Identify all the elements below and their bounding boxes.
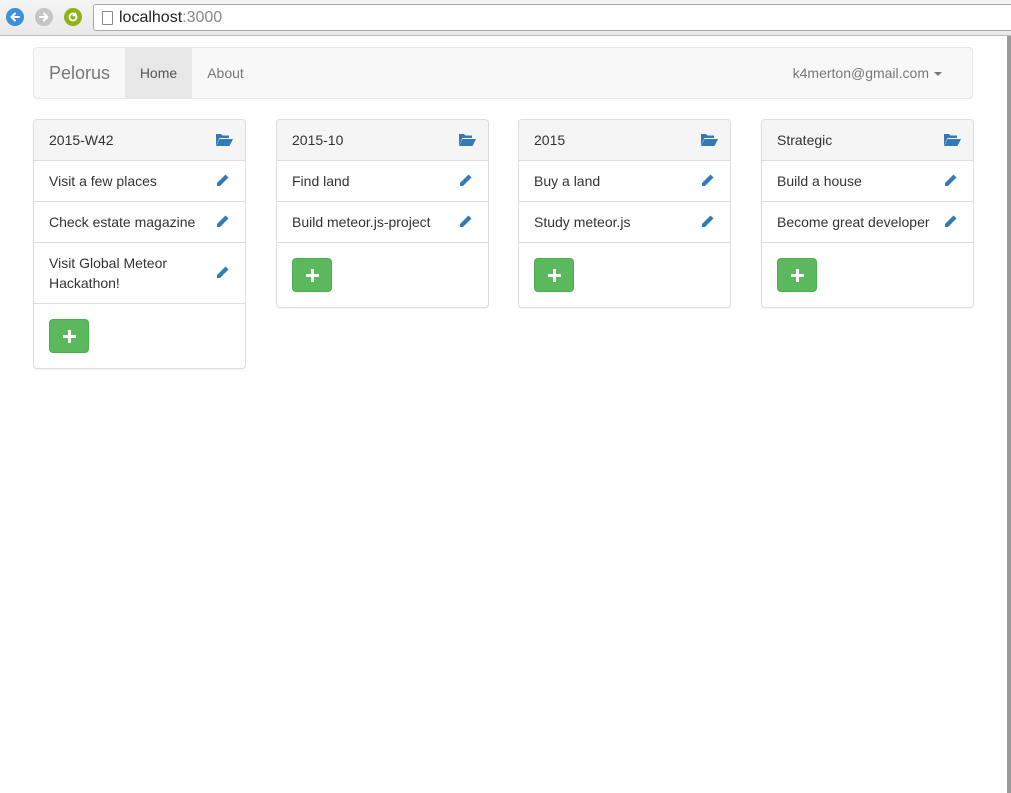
pencil-icon[interactable] [458,173,473,188]
caret-down-icon [934,72,942,77]
user-dropdown[interactable]: k4merton@gmail.com [793,48,942,98]
browser-toolbar: localhost:3000 [0,0,1011,36]
brand-link[interactable]: Pelorus [49,48,110,98]
goal-item-label: Become great developer [777,214,930,230]
goal-item-label: Find land [292,173,350,189]
pencil-icon[interactable] [458,214,473,229]
nav-item-home[interactable]: Home [125,48,192,98]
goal-item-label: Visit Global Meteor Hackathon! [49,255,168,291]
pencil-icon[interactable] [943,214,958,229]
plus-icon [62,329,76,343]
address-bar[interactable]: localhost:3000 [93,4,1011,31]
pencil-icon[interactable] [700,214,715,229]
add-goal-button[interactable] [534,258,574,292]
plus-icon [790,268,804,282]
goal-item-label: Study meteor.js [534,214,631,230]
goal-item: Buy a land [519,161,730,202]
panel-footer [519,243,730,307]
folder-open-icon[interactable] [215,132,233,147]
panel-title: 2015 [534,132,566,148]
pencil-icon[interactable] [943,173,958,188]
goal-item-label: Check estate magazine [49,214,196,230]
page-icon [102,11,113,25]
goal-item: Visit a few places [34,161,245,202]
goal-panel: 2015-10 Find land Build meteor.js-projec… [276,119,489,308]
panel-heading: 2015 [519,120,730,161]
plus-icon [547,268,561,282]
goal-item: Build a house [762,161,973,202]
goal-item: Check estate magazine [34,202,245,243]
goal-panel: Strategic Build a house Become great dev… [761,119,974,308]
user-email: k4merton@gmail.com [792,65,929,81]
reload-icon[interactable] [64,8,82,26]
folder-open-icon[interactable] [458,132,476,147]
window-edge [1007,36,1011,793]
goal-item-label: Buy a land [534,173,601,189]
url-host: localhost [119,9,183,26]
add-goal-button[interactable] [292,258,332,292]
add-goal-button[interactable] [49,319,89,353]
goal-item: Study meteor.js [519,202,730,243]
panel-title: Strategic [777,132,833,148]
goal-item-label: Build a house [777,173,862,189]
goal-item: Find land [277,161,488,202]
goal-item: Build meteor.js-project [277,202,488,243]
add-goal-button[interactable] [777,258,817,292]
url-port: :3000 [182,9,223,26]
panel-title: 2015-W42 [49,132,114,148]
url-text: localhost:3000 [119,5,222,30]
nav-item-about[interactable]: About [192,48,259,98]
pencil-icon[interactable] [700,173,715,188]
folder-open-icon[interactable] [700,132,718,147]
panel-footer [277,243,488,307]
panel-footer [762,243,973,307]
back-arrow-icon[interactable] [6,8,24,26]
panel-heading: 2015-W42 [34,120,245,161]
goal-panel: 2015 Buy a land Study meteor.js [518,119,731,308]
folder-open-icon[interactable] [943,132,961,147]
pencil-icon[interactable] [215,214,230,229]
goal-item: Become great developer [762,202,973,243]
panel-title: 2015-10 [292,132,344,148]
goal-panel: 2015-W42 Visit a few places Check estate… [33,119,246,369]
panel-heading: 2015-10 [277,120,488,161]
pencil-icon[interactable] [215,173,230,188]
goal-item-label: Visit a few places [49,173,157,189]
goal-item-label: Build meteor.js-project [292,214,431,230]
forward-arrow-icon[interactable] [35,8,53,26]
pencil-icon[interactable] [215,265,230,280]
plus-icon [305,268,319,282]
goal-item: Visit Global Meteor Hackathon! [34,243,245,304]
navbar: Pelorus Home About k4merton@gmail.com [33,47,973,99]
panel-footer [34,304,245,368]
panel-heading: Strategic [762,120,973,161]
